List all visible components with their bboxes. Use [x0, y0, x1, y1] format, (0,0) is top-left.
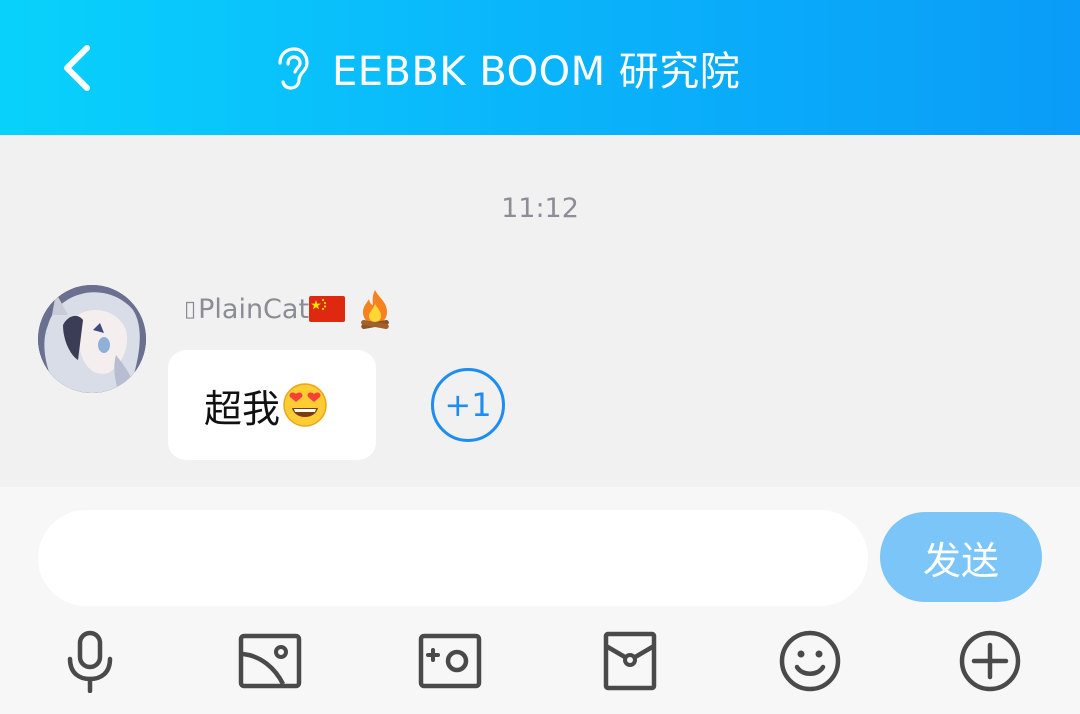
smiley-icon [779, 630, 841, 692]
message-bubble[interactable]: 超我 [168, 350, 376, 460]
microphone-icon [67, 630, 113, 693]
sender-line: ▯ PlainCat [184, 287, 393, 331]
more-options-button[interactable] [956, 627, 1024, 695]
send-button[interactable]: 发送 [880, 512, 1042, 602]
voice-button[interactable] [56, 627, 124, 695]
chat-title: EEBBK BOOM 研究院 [270, 0, 740, 135]
sender-prefix: ▯ [184, 296, 197, 322]
message-text: 超我 [204, 386, 281, 431]
anime-girl-avatar [38, 285, 146, 393]
photo-album-button[interactable] [236, 627, 304, 695]
sender-name: PlainCat [198, 293, 310, 325]
red-packet-button[interactable] [596, 627, 664, 695]
message-input[interactable] [38, 510, 868, 606]
back-button[interactable] [44, 30, 108, 106]
message-list[interactable]: 11:12 ▯ PlainCat 超我 +1 [0, 135, 1080, 487]
china-flag-icon [309, 296, 346, 322]
star-struck-face-icon [283, 383, 327, 427]
group-name: EEBBK BOOM 研究院 [332, 48, 741, 95]
chevron-left-icon [64, 45, 90, 91]
message-timestamp: 11:12 [501, 193, 579, 224]
add-circle-icon [959, 630, 1021, 692]
plus-one-reaction-button[interactable]: +1 [431, 368, 505, 442]
sender-avatar[interactable] [38, 285, 146, 393]
input-bar: 发送 [0, 487, 1080, 714]
camera-button[interactable] [416, 627, 484, 695]
emoji-button[interactable] [776, 627, 844, 695]
chat-header: EEBBK BOOM 研究院 [0, 0, 1080, 135]
ear-icon [278, 46, 309, 90]
camera-icon [418, 633, 482, 689]
fire-icon [361, 290, 389, 329]
image-icon [238, 633, 302, 689]
red-packet-icon [603, 631, 657, 691]
